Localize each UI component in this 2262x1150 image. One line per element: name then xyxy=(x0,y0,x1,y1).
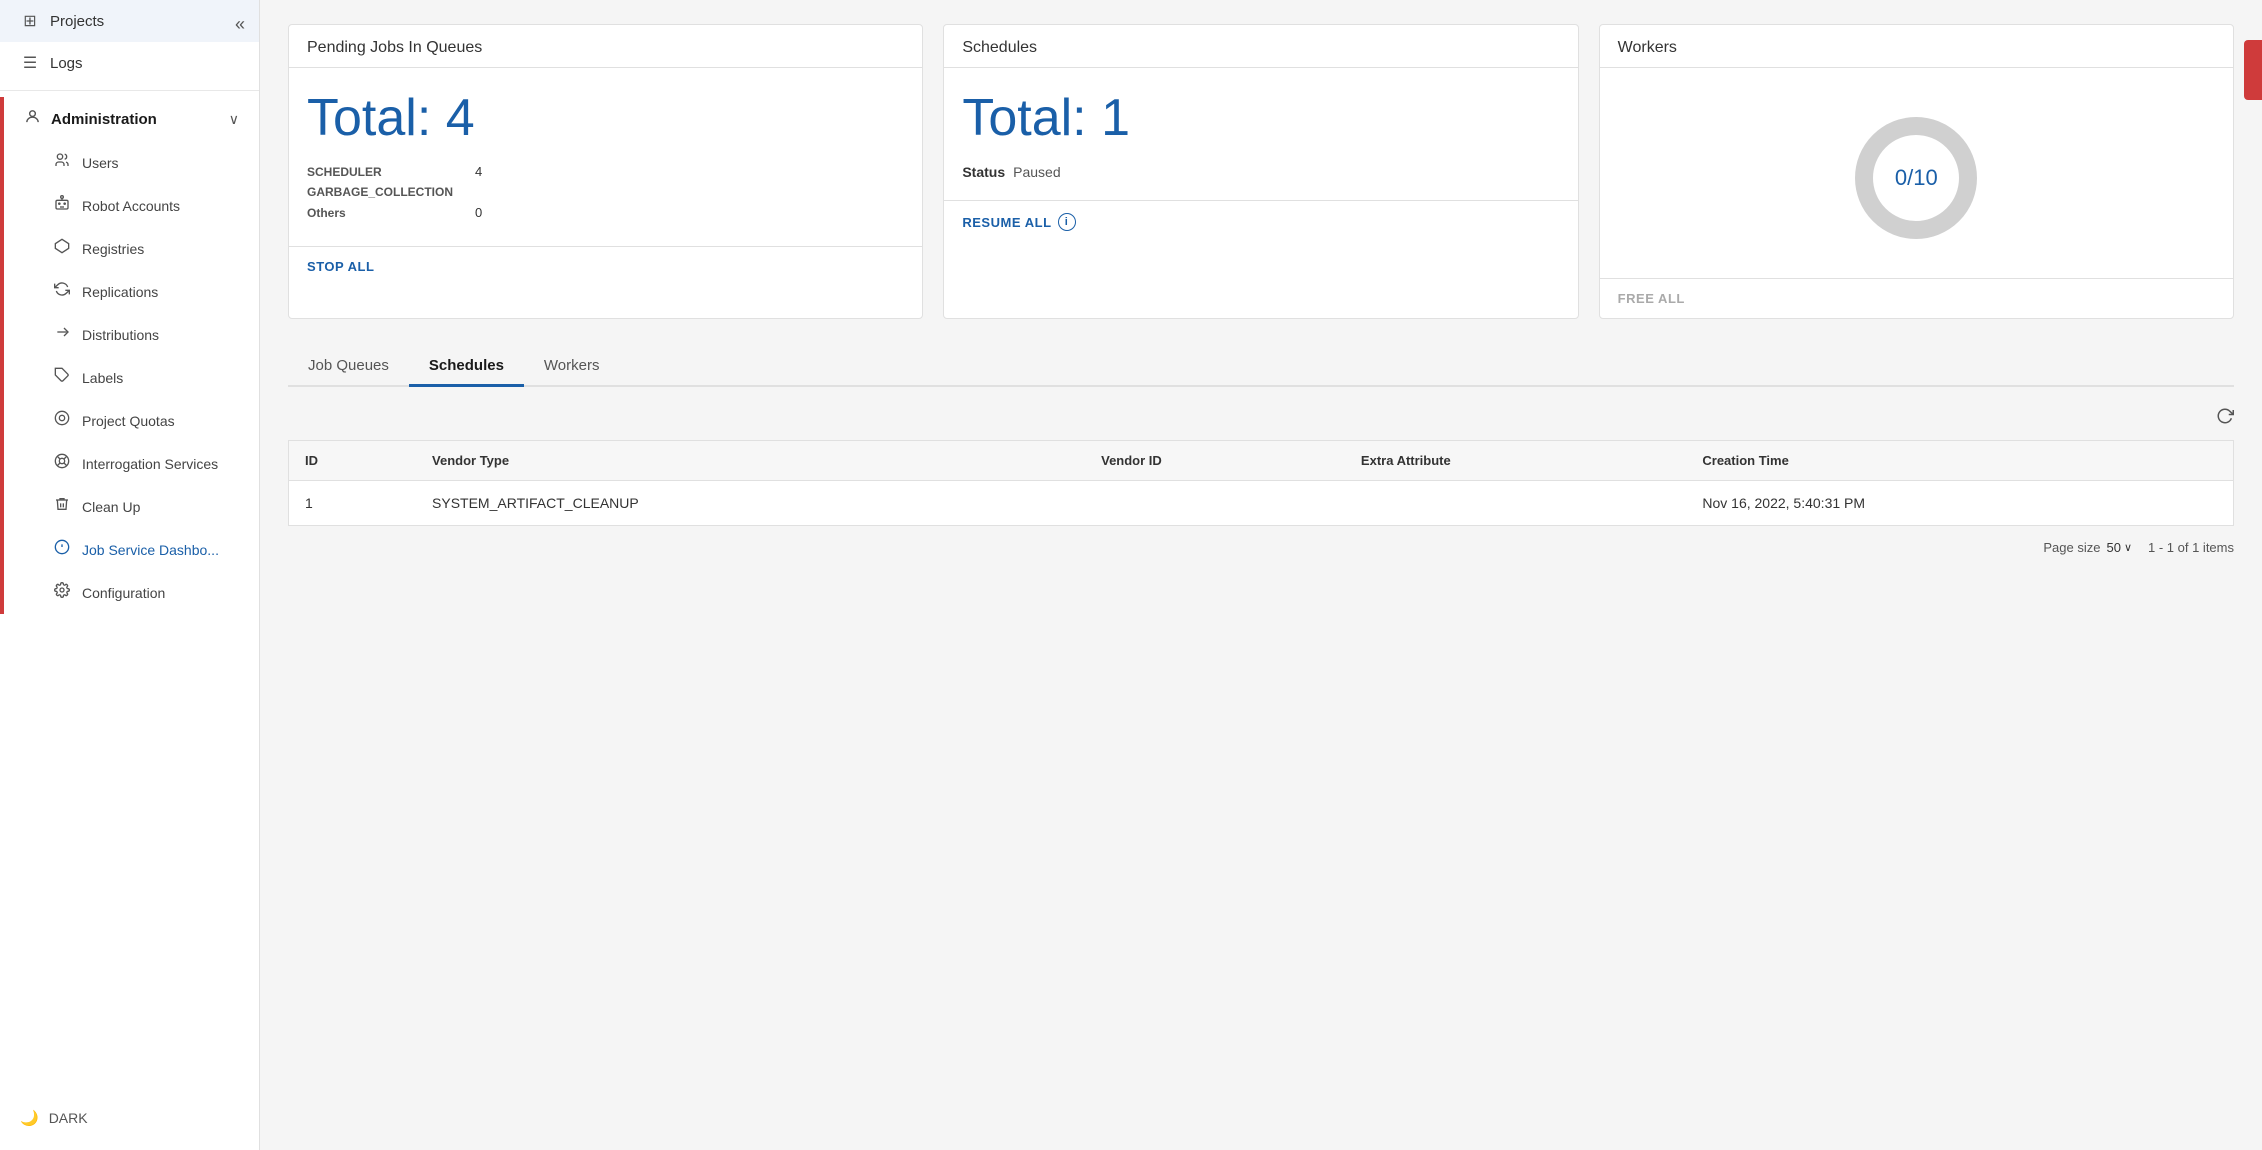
administration-toggle[interactable]: Administration ∨ xyxy=(4,97,259,141)
sidebar-item-robot-accounts[interactable]: Robot Accounts xyxy=(4,184,259,227)
sidebar-item-clean-up[interactable]: Clean Up xyxy=(4,485,259,528)
col-id: ID xyxy=(289,441,417,481)
schedules-card-title: Schedules xyxy=(944,25,1577,68)
donut-chart: 0/10 xyxy=(1618,88,2215,258)
tab-workers[interactable]: Workers xyxy=(524,347,620,387)
info-icon: i xyxy=(1058,213,1076,231)
logs-icon: ☰ xyxy=(20,53,40,73)
dark-mode-toggle[interactable]: 🌙 DARK xyxy=(0,1098,259,1138)
others-value: 0 xyxy=(475,205,482,220)
sidebar-item-label: Project Quotas xyxy=(82,413,175,429)
page-size-dropdown[interactable]: 50 ∨ xyxy=(2106,540,2132,555)
garbage-collection-label: GARBAGE_COLLECTION xyxy=(307,185,467,199)
registries-icon xyxy=(52,238,72,259)
projects-icon: ⊞ xyxy=(20,11,40,31)
sidebar-item-label: Robot Accounts xyxy=(82,198,180,214)
cell-vendor-type: SYSTEM_ARTIFACT_CLEANUP xyxy=(416,481,1085,526)
moon-icon: 🌙 xyxy=(20,1109,39,1127)
resume-all-button[interactable]: RESUME ALL i xyxy=(962,213,1075,231)
pending-jobs-total: Total: 4 xyxy=(307,88,904,148)
pending-jobs-card: Pending Jobs In Queues Total: 4 SCHEDULE… xyxy=(288,24,923,319)
sidebar-item-label: Registries xyxy=(82,241,144,257)
refresh-button[interactable] xyxy=(2216,407,2234,430)
chevron-down-icon: ∨ xyxy=(229,111,239,128)
cell-id: 1 xyxy=(289,481,417,526)
tab-schedules[interactable]: Schedules xyxy=(409,347,524,387)
sidebar-item-label: Replications xyxy=(82,284,158,300)
replications-icon xyxy=(52,281,72,302)
col-vendor-type: Vendor Type xyxy=(416,441,1085,481)
sidebar-item-registries[interactable]: Registries xyxy=(4,227,259,270)
col-extra-attribute: Extra Attribute xyxy=(1345,441,1686,481)
cell-extra-attribute xyxy=(1345,481,1686,526)
page-size-value: 50 xyxy=(2106,540,2120,555)
users-icon xyxy=(52,152,72,173)
sidebar-item-label: Users xyxy=(82,155,119,171)
others-label: Others xyxy=(307,206,467,220)
sidebar: « ⊞ Projects ☰ Logs Administration ∨ Use… xyxy=(0,0,260,1150)
sidebar-item-projects[interactable]: ⊞ Projects xyxy=(0,0,259,42)
workers-card: Workers 0/10 FREE ALL xyxy=(1599,24,2234,319)
configuration-icon xyxy=(52,582,72,603)
stop-all-button[interactable]: STOP ALL xyxy=(307,259,374,274)
distributions-icon xyxy=(52,324,72,345)
sidebar-item-label: Interrogation Services xyxy=(82,456,218,472)
col-creation-time: Creation Time xyxy=(1686,441,2233,481)
labels-icon xyxy=(52,367,72,388)
right-notification-bar xyxy=(2244,40,2262,100)
page-size-selector: Page size 50 ∨ xyxy=(2043,540,2132,555)
sidebar-item-logs[interactable]: ☰ Logs xyxy=(0,42,259,84)
sidebar-item-label: Labels xyxy=(82,370,123,386)
page-size-label: Page size xyxy=(2043,540,2100,555)
scheduler-label: SCHEDULER xyxy=(307,165,467,179)
cell-creation-time: Nov 16, 2022, 5:40:31 PM xyxy=(1686,481,2233,526)
cards-row: Pending Jobs In Queues Total: 4 SCHEDULE… xyxy=(288,24,2234,319)
sidebar-item-replications[interactable]: Replications xyxy=(4,270,259,313)
tab-job-queues[interactable]: Job Queues xyxy=(288,347,409,387)
dark-mode-label: DARK xyxy=(49,1110,88,1126)
sidebar-collapse-btn[interactable]: « xyxy=(235,14,245,35)
sidebar-section-administration: Administration ∨ Users Robot Accounts Re… xyxy=(0,97,259,614)
main-content: Pending Jobs In Queues Total: 4 SCHEDULE… xyxy=(260,0,2262,1150)
tabs-bar: Job Queues Schedules Workers xyxy=(288,347,2234,387)
sidebar-item-project-quotas[interactable]: Project Quotas xyxy=(4,399,259,442)
workers-card-title: Workers xyxy=(1600,25,2233,68)
project-quotas-icon xyxy=(52,410,72,431)
robot-accounts-icon xyxy=(52,195,72,216)
administration-icon xyxy=(24,108,41,130)
chevron-down-icon: ∨ xyxy=(2124,541,2132,554)
pagination-row: Page size 50 ∨ 1 - 1 of 1 items xyxy=(288,526,2234,559)
table-toolbar xyxy=(288,407,2234,430)
pending-jobs-card-title: Pending Jobs In Queues xyxy=(289,25,922,68)
sidebar-item-label: Projects xyxy=(50,13,104,30)
refresh-icon xyxy=(2216,407,2234,425)
sidebar-item-distributions[interactable]: Distributions xyxy=(4,313,259,356)
status-label: Status xyxy=(962,164,1005,180)
schedules-card: Schedules Total: 1 Status Paused RESUME … xyxy=(943,24,1578,319)
sidebar-item-label: Administration xyxy=(51,111,157,128)
sidebar-item-label: Distributions xyxy=(82,327,159,343)
free-all-button[interactable]: FREE ALL xyxy=(1618,291,1685,306)
sidebar-item-label: Logs xyxy=(50,55,83,72)
schedules-total: Total: 1 xyxy=(962,88,1559,148)
sidebar-item-job-service-dashboard[interactable]: Job Service Dashbo... xyxy=(4,528,259,571)
sidebar-item-labels[interactable]: Labels xyxy=(4,356,259,399)
clean-up-icon xyxy=(52,496,72,517)
data-table: ID Vendor Type Vendor ID Extra Attribute… xyxy=(288,440,2234,526)
sidebar-item-interrogation-services[interactable]: Interrogation Services xyxy=(4,442,259,485)
scheduler-value: 4 xyxy=(475,164,482,179)
sidebar-item-label: Clean Up xyxy=(82,499,140,515)
status-value: Paused xyxy=(1013,164,1060,180)
sidebar-item-configuration[interactable]: Configuration xyxy=(4,571,259,614)
col-vendor-id: Vendor ID xyxy=(1085,441,1345,481)
cell-vendor-id xyxy=(1085,481,1345,526)
job-service-icon xyxy=(52,539,72,560)
table-row: 1 SYSTEM_ARTIFACT_CLEANUP Nov 16, 2022, … xyxy=(289,481,2234,526)
interrogation-services-icon xyxy=(52,453,72,474)
donut-label: 0/10 xyxy=(1895,165,1938,191)
sidebar-item-label: Configuration xyxy=(82,585,165,601)
sidebar-item-users[interactable]: Users xyxy=(4,141,259,184)
sidebar-item-label: Job Service Dashbo... xyxy=(82,542,219,558)
pagination-range: 1 - 1 of 1 items xyxy=(2148,540,2234,555)
